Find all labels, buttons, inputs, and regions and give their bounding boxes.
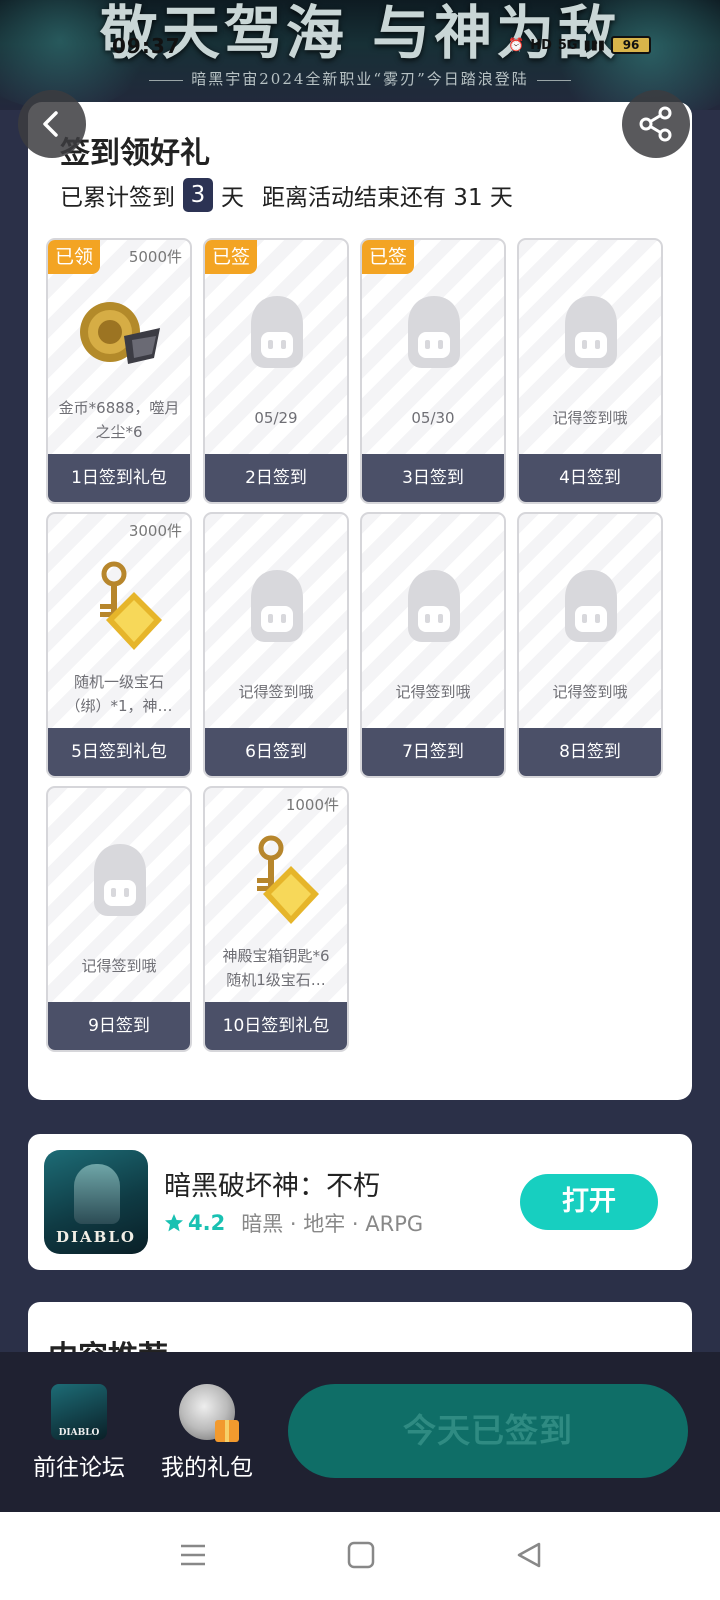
placeholder-avatar-icon bbox=[241, 566, 313, 650]
forum-label: 前往论坛 bbox=[33, 1455, 125, 1481]
placeholder-avatar-icon bbox=[84, 840, 156, 924]
share-button[interactable] bbox=[622, 90, 690, 158]
game-app-card[interactable]: DIABLO 暗黑破坏神：不朽 4.2 暗黑 · 地牢 · ARPG 打开 bbox=[28, 1134, 692, 1270]
signin-day-card[interactable]: 记得签到哦 9日签到 bbox=[46, 786, 192, 1052]
card-day-label: 1日签到礼包 bbox=[48, 454, 190, 502]
signin-progress: 已累计签到 3 天 距离活动结束还有 31 天 bbox=[60, 178, 513, 212]
back-triangle-icon[interactable] bbox=[514, 1540, 544, 1570]
signin-day-card[interactable]: 1000件神殿宝箱钥匙*6 随机1级宝石… 10日签到礼包 bbox=[203, 786, 349, 1052]
card-description: 记得签到哦 bbox=[395, 683, 471, 701]
card-description: 05/29 bbox=[254, 409, 298, 427]
placeholder-avatar-icon bbox=[398, 292, 470, 376]
app-name: 暗黑破坏神：不朽 bbox=[164, 1171, 380, 1202]
signed-tag: 已签 bbox=[362, 240, 414, 274]
signin-day-card[interactable]: 已领 5000件金币*6888，噬月之尘*6 1日签到礼包 bbox=[46, 238, 192, 504]
back-button[interactable] bbox=[18, 90, 86, 158]
system-nav-bar bbox=[0, 1512, 720, 1600]
placeholder-avatar-icon bbox=[555, 566, 627, 650]
key-gem-icon bbox=[76, 558, 168, 666]
signed-today-button[interactable]: 今天已签到 bbox=[288, 1384, 688, 1478]
card-day-label: 8日签到 bbox=[519, 728, 661, 776]
signin-day-card[interactable]: 记得签到哦 6日签到 bbox=[203, 512, 349, 778]
battery-icon: 96 bbox=[611, 36, 652, 54]
app-rating-value: 4.2 bbox=[188, 1211, 226, 1235]
star-icon bbox=[165, 1214, 183, 1232]
placeholder-avatar-icon bbox=[555, 292, 627, 376]
card-day-label: 7日签到 bbox=[362, 728, 504, 776]
hd-icon: HD bbox=[530, 37, 552, 53]
signin-day-card[interactable]: 3000件随机一级宝石（绑）*1，神… 5日签到礼包 bbox=[46, 512, 192, 778]
signed-tag: 已领 bbox=[48, 240, 100, 274]
card-description: 随机一级宝石（绑）*1，神… bbox=[65, 673, 173, 715]
stock-count: 5000件 bbox=[128, 248, 182, 266]
progress-unit: 天 bbox=[221, 185, 244, 211]
signin-day-card[interactable]: 已签 05/30 3日签到 bbox=[360, 238, 506, 504]
app-genre: 暗黑 · 地牢 · ARPG bbox=[241, 1212, 424, 1236]
open-app-button[interactable]: 打开 bbox=[520, 1174, 658, 1230]
chevron-left-icon bbox=[43, 111, 58, 137]
gift-label: 我的礼包 bbox=[161, 1455, 253, 1481]
card-description: 金币*6888，噬月之尘*6 bbox=[58, 399, 180, 441]
key-gem-icon bbox=[233, 832, 325, 940]
signin-day-card[interactable]: 已签 05/29 2日签到 bbox=[203, 238, 349, 504]
hero-figure bbox=[74, 1164, 120, 1224]
gift-box-icon bbox=[215, 1420, 239, 1442]
game-app-icon: DIABLO bbox=[44, 1150, 148, 1254]
status-time: 09:37 bbox=[112, 34, 181, 58]
share-icon bbox=[639, 106, 672, 142]
placeholder-avatar-icon bbox=[241, 292, 313, 376]
placeholder-avatar-icon bbox=[398, 566, 470, 650]
signin-days: 3 bbox=[183, 178, 213, 212]
app-meta: 4.2 暗黑 · 地牢 · ARPG bbox=[164, 1208, 423, 1238]
forum-icon-logo: DIABLO bbox=[58, 1428, 100, 1438]
banner-title: 敬天驾海 与神为敌 bbox=[99, 0, 621, 67]
card-description: 记得签到哦 bbox=[552, 409, 628, 427]
card-day-label: 6日签到 bbox=[205, 728, 347, 776]
event-banner: 敬天驾海 与神为敌 暗黑宇宙2024全新职业“雾刃”今日踏浪登陆 09:37 ⏰… bbox=[0, 0, 720, 110]
forum-icon: DIABLO bbox=[51, 1384, 107, 1440]
card-description: 05/30 bbox=[411, 409, 455, 427]
card-day-label: 2日签到 bbox=[205, 454, 347, 502]
network-label: 5G bbox=[557, 37, 578, 53]
card-day-label: 9日签到 bbox=[48, 1002, 190, 1050]
signin-day-card[interactable]: 记得签到哦 4日签到 bbox=[517, 238, 663, 504]
goto-forum-button[interactable]: DIABLO 前往论坛 bbox=[24, 1384, 134, 1482]
app-rating: 4.2 bbox=[164, 1211, 225, 1235]
status-icons: ⏰ HD 5G ▮▮▮ 96 bbox=[508, 36, 652, 54]
card-day-label: 3日签到 bbox=[362, 454, 504, 502]
card-day-label: 4日签到 bbox=[519, 454, 661, 502]
signin-day-card[interactable]: 记得签到哦 7日签到 bbox=[360, 512, 506, 778]
signin-card: 签到领好礼 已累计签到 3 天 距离活动结束还有 31 天 已领 5000件 金币*… bbox=[28, 102, 692, 1100]
signin-day-card[interactable]: 记得签到哦 8日签到 bbox=[517, 512, 663, 778]
stock-count: 1000件 bbox=[285, 796, 339, 814]
card-day-label: 5日签到礼包 bbox=[48, 728, 190, 776]
gold-coin-icon bbox=[76, 284, 168, 388]
card-description: 记得签到哦 bbox=[552, 683, 628, 701]
signed-tag: 已签 bbox=[205, 240, 257, 274]
gift-icon bbox=[179, 1384, 239, 1442]
alarm-icon: ⏰ bbox=[508, 37, 525, 53]
card-day-label: 10日签到礼包 bbox=[205, 1002, 347, 1050]
card-description: 神殿宝箱钥匙*6 随机1级宝石… bbox=[222, 947, 330, 989]
signal-icon: ▮▮▮ bbox=[583, 37, 606, 53]
bottom-action-bar: DIABLO 前往论坛 我的礼包 今天已签到 bbox=[0, 1352, 720, 1512]
home-icon[interactable] bbox=[346, 1540, 376, 1570]
activity-end-text: 距离活动结束还有 31 天 bbox=[262, 185, 513, 211]
banner-subtitle: 暗黑宇宙2024全新职业“雾刃”今日踏浪登陆 bbox=[0, 68, 720, 89]
stock-count: 3000件 bbox=[128, 522, 182, 540]
my-gifts-button[interactable]: 我的礼包 bbox=[152, 1384, 262, 1482]
menu-icon[interactable] bbox=[178, 1540, 208, 1570]
app-icon-logo: DIABLO bbox=[56, 1228, 136, 1246]
progress-prefix: 已累计签到 bbox=[60, 185, 175, 211]
card-description: 记得签到哦 bbox=[238, 683, 314, 701]
card-description: 记得签到哦 bbox=[81, 957, 157, 975]
